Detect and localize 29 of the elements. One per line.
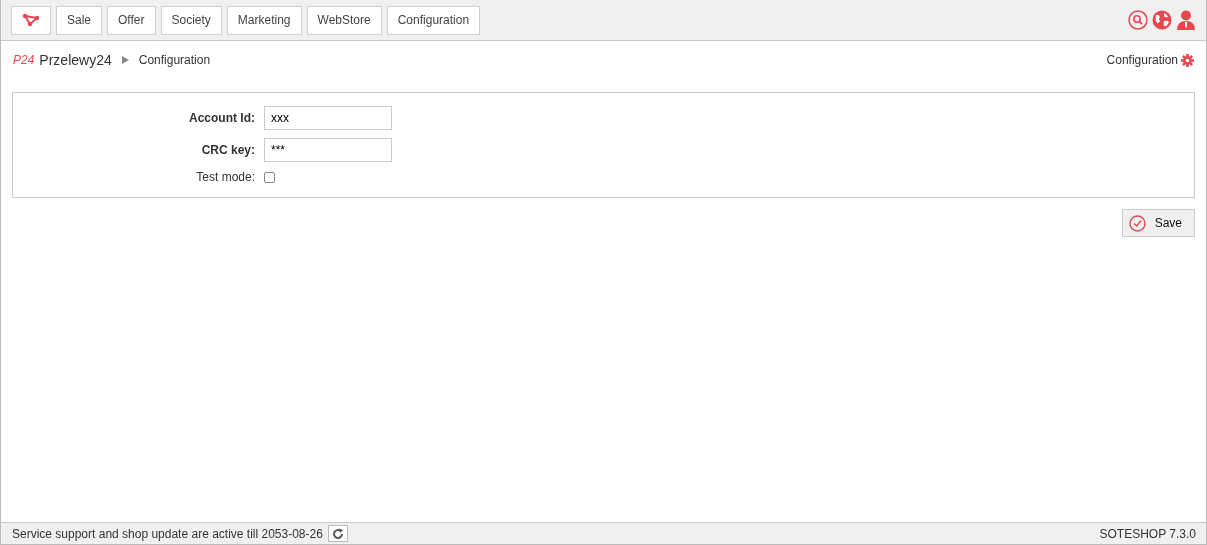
input-field[interactable]: *** xyxy=(264,138,392,162)
save-button[interactable]: Save xyxy=(1121,209,1195,237)
version-label: SOTESHOP 7.3.0 xyxy=(1099,526,1196,541)
nav-tab[interactable]: Sale xyxy=(56,5,103,35)
separator-icon xyxy=(121,56,129,64)
field-label: CRC key: xyxy=(200,143,256,157)
check-circle-icon xyxy=(1128,214,1146,232)
checkbox[interactable] xyxy=(264,172,275,183)
user-icon[interactable] xyxy=(1176,10,1196,30)
home-button[interactable] xyxy=(11,5,51,35)
nav-tab[interactable]: Offer xyxy=(107,5,156,35)
nav-tab[interactable]: Society xyxy=(160,5,222,35)
globe-icon[interactable] xyxy=(1152,10,1172,30)
settings-icon[interactable] xyxy=(1181,53,1194,67)
refresh-button[interactable] xyxy=(327,525,348,542)
module-title: Przelewy24 xyxy=(39,52,112,68)
status-message: Service support and shop update are active till 2053-08-26 xyxy=(12,526,323,541)
input-field[interactable]: xxx xyxy=(264,106,392,130)
field-label: Test mode: xyxy=(195,170,256,184)
nav-tab[interactable]: Marketing xyxy=(226,5,302,35)
refresh-icon xyxy=(331,527,344,540)
nav-tab[interactable]: Configuration xyxy=(386,5,481,35)
breadcrumb-item: Configuration xyxy=(138,53,211,67)
configuration-link[interactable]: Configuration xyxy=(1106,53,1178,67)
network-icon xyxy=(22,13,40,27)
field-label: Account Id: xyxy=(188,111,256,125)
search-icon[interactable] xyxy=(1128,10,1148,30)
brand-logo: P24 xyxy=(13,53,35,67)
nav-tab[interactable]: WebStore xyxy=(306,5,382,35)
